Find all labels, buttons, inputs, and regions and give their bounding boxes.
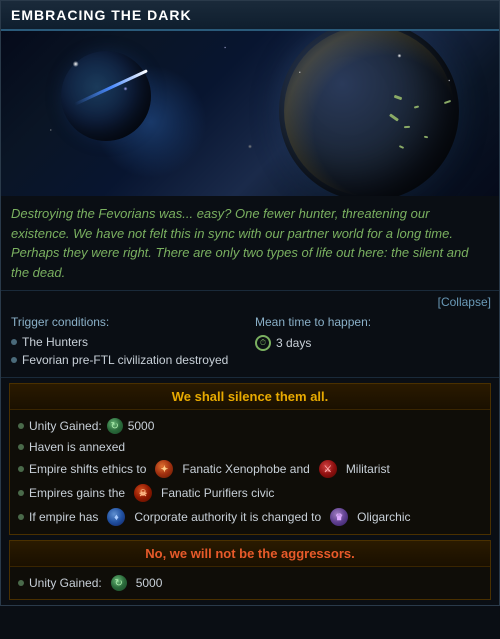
option-no-section: No, we will not be the aggressors. Unity… (9, 540, 491, 600)
unity-icon (107, 418, 123, 434)
option-yes-header: We shall silence them all. (10, 384, 490, 410)
bullet-icon-2 (11, 357, 17, 363)
space-image (1, 31, 499, 196)
conditions-right: Mean time to happen: ⏱ 3 days (255, 315, 489, 369)
planet-large (279, 31, 459, 196)
page-title: EMBRACING THE DARK (11, 7, 192, 23)
option-yes-label: We shall silence them all. (172, 389, 329, 404)
collapse-button[interactable]: [Collapse] (438, 295, 491, 309)
effect-civic: Empires gains the ☠ Fanatic Purifiers ci… (18, 481, 482, 505)
option-no-label: No, we will not be the aggressors. (145, 546, 355, 561)
trigger-label: Trigger conditions: (11, 315, 245, 329)
option-yes-section: We shall silence them all. Unity Gained:… (9, 383, 491, 535)
effect-authority: If empire has ♦ Corporate authority it i… (18, 505, 482, 529)
mean-time-label: Mean time to happen: (255, 315, 489, 329)
title-bar: EMBRACING THE DARK (1, 1, 499, 31)
effect-bullet-3 (18, 466, 24, 472)
section-divider (1, 377, 499, 378)
corporate-icon: ♦ (107, 508, 125, 526)
effect-ethics: Empire shifts ethics to ✦ Fanatic Xenoph… (18, 457, 482, 481)
conditions-section: Trigger conditions: The Hunters Fevorian… (1, 313, 499, 377)
effect-bullet-2 (18, 444, 24, 450)
conditions-left: Trigger conditions: The Hunters Fevorian… (11, 315, 245, 369)
condition-item-2: Fevorian pre-FTL civilization destroyed (11, 351, 245, 369)
collapse-bar: [Collapse] (1, 291, 499, 313)
effect-bullet-no (18, 580, 24, 586)
effect-bullet (18, 423, 24, 429)
mean-time-value: ⏱ 3 days (255, 333, 489, 353)
unity-icon-no (111, 575, 127, 591)
main-container: EMBRACING THE DARK Destroying the Fevori… (0, 0, 500, 606)
clock-icon: ⏱ (255, 335, 271, 351)
condition-item-1: The Hunters (11, 333, 245, 351)
oligarchic-icon: ♛ (330, 508, 348, 526)
flavor-text: Destroying the Fevorians was... easy? On… (1, 196, 499, 291)
purifier-icon: ☠ (134, 484, 152, 502)
effect-annexed: Haven is annexed (18, 437, 482, 457)
debris (384, 91, 484, 171)
effect-bullet-4 (18, 490, 24, 496)
militarist-icon: ⚔ (319, 460, 337, 478)
xenophobe-icon: ✦ (155, 460, 173, 478)
bullet-icon (11, 339, 17, 345)
option-yes-effects: Unity Gained: 5000 Haven is annexed Empi… (10, 410, 490, 534)
effect-unity-yes: Unity Gained: 5000 (18, 415, 482, 437)
option-no-header: No, we will not be the aggressors. (10, 541, 490, 567)
option-no-effects: Unity Gained: 5000 (10, 567, 490, 599)
planet-small (61, 51, 151, 141)
effect-unity-no: Unity Gained: 5000 (18, 572, 482, 594)
comet (74, 69, 148, 106)
effect-bullet-5 (18, 514, 24, 520)
